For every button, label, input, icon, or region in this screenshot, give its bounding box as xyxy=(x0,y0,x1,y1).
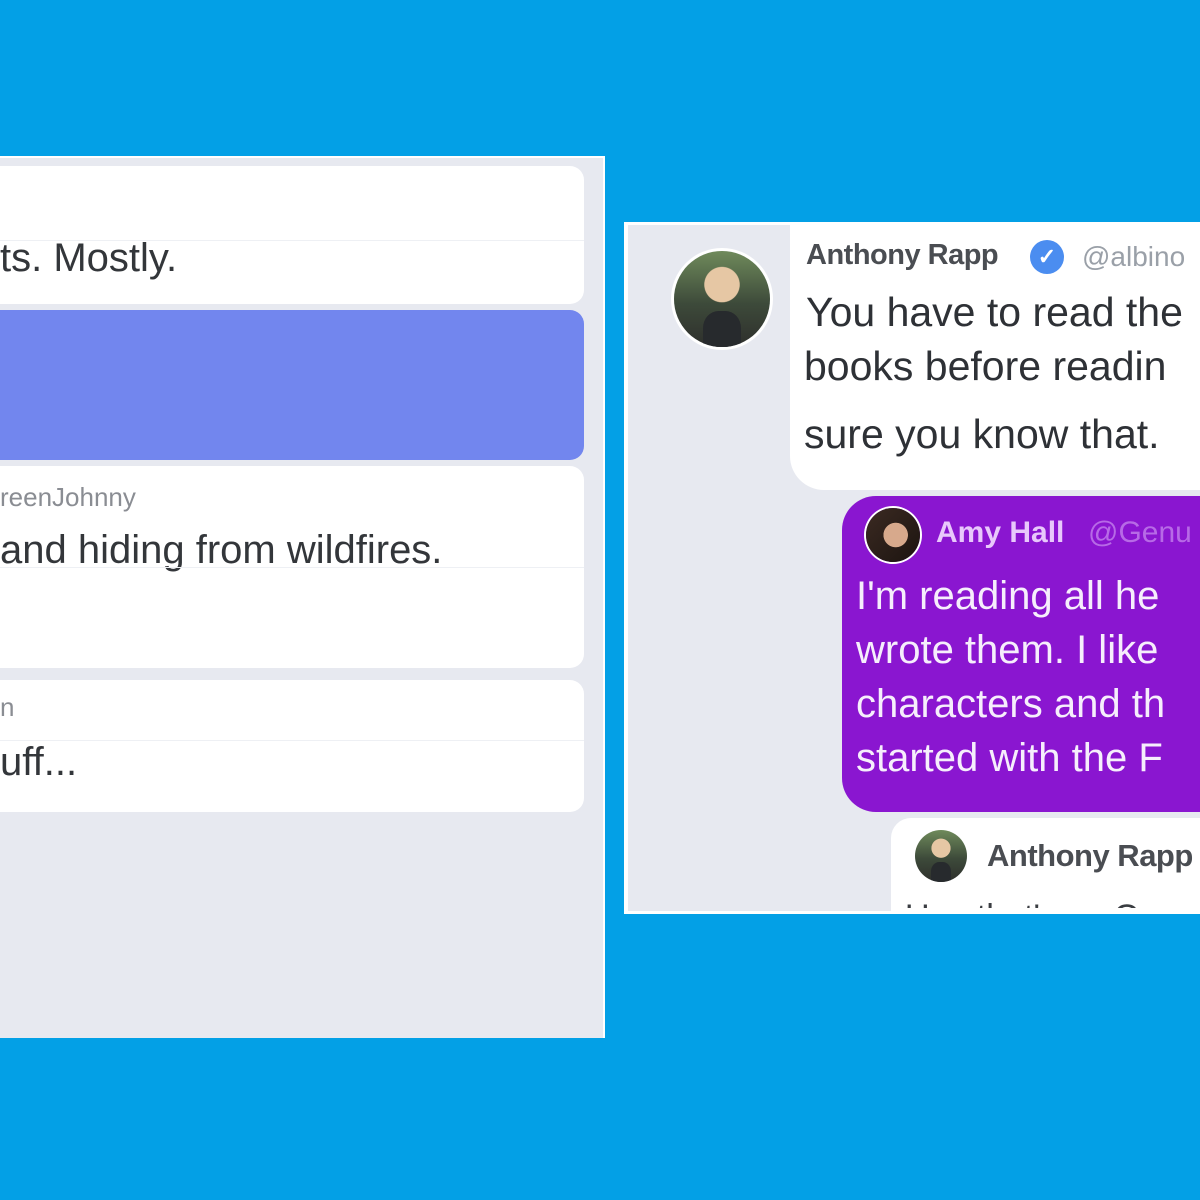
tweet-text-line: books before readin xyxy=(804,343,1167,389)
reply-text-line: I'm reading all he xyxy=(856,574,1160,618)
message-text: uff... xyxy=(0,740,78,784)
reply-author-name[interactable]: Anthony Rapp xyxy=(987,838,1193,874)
message-handle[interactable]: n xyxy=(0,692,14,723)
tweet-author-handle[interactable]: @albino xyxy=(1082,241,1185,273)
verified-badge-icon: ✓ xyxy=(1030,240,1064,274)
reply-author-handle[interactable]: @Genu xyxy=(1088,516,1192,550)
message-card[interactable]: ts. Mostly. xyxy=(0,166,584,304)
highlighted-message-card[interactable] xyxy=(0,310,584,460)
tweet-bubble[interactable]: Anthony Rapp ✓ @albino You have to read … xyxy=(790,225,1200,490)
tweet-author-name[interactable]: Anthony Rapp xyxy=(806,239,999,272)
tweet-text-line: sure you know that. xyxy=(804,411,1160,457)
message-card[interactable]: reenJohnny and hiding from wildfires. xyxy=(0,466,584,668)
reply-text-partial: Um, that's an O xyxy=(905,898,1140,908)
anthony-rapp-avatar[interactable] xyxy=(674,251,770,347)
reply-text-line: wrote them. I like xyxy=(856,628,1159,672)
message-text: ts. Mostly. xyxy=(0,236,178,280)
amy-hall-avatar[interactable] xyxy=(866,508,920,562)
message-handle[interactable]: reenJohnny xyxy=(0,482,136,513)
reply-text-line: started with the F xyxy=(856,736,1163,780)
reply-text-line: characters and th xyxy=(856,682,1166,726)
reply-bubble[interactable]: Amy Hall @Genu I'm reading all he wrote … xyxy=(842,496,1200,812)
anthony-rapp-avatar-small[interactable] xyxy=(915,830,967,882)
tweet-text-line: You have to read the xyxy=(806,289,1183,335)
right-conversation-panel: Anthony Rapp ✓ @albino You have to read … xyxy=(624,222,1200,914)
message-card[interactable]: n uff... xyxy=(0,680,584,812)
second-reply-bubble[interactable]: Anthony Rapp Um, that's an O xyxy=(891,818,1200,911)
reply-author-name[interactable]: Amy Hall xyxy=(936,516,1064,550)
left-conversation-panel: ts. Mostly. reenJohnny and hiding from w… xyxy=(0,156,605,1038)
